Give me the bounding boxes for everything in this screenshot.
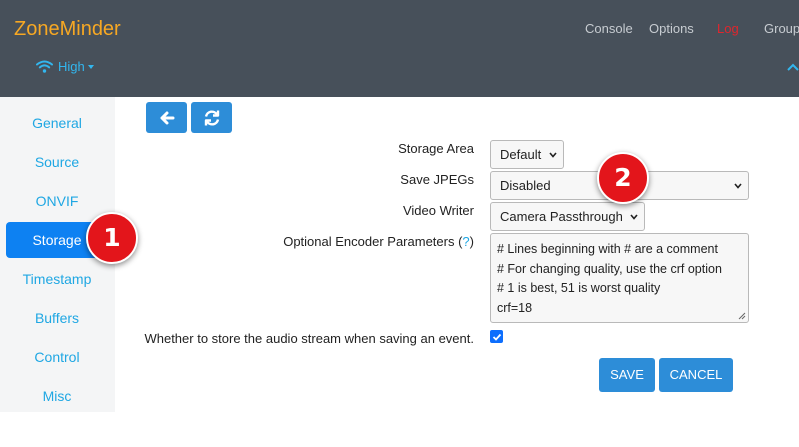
callout-badge-1: 1 bbox=[86, 212, 138, 264]
refresh-icon bbox=[204, 109, 219, 126]
resize-grip-icon[interactable] bbox=[738, 312, 746, 320]
chevron-down-icon bbox=[549, 152, 557, 158]
back-button[interactable] bbox=[146, 102, 187, 133]
caret-down-icon bbox=[87, 64, 94, 69]
encoder-params-label: Optional Encoder Parameters (?) bbox=[283, 234, 474, 249]
bandwidth-label: High bbox=[58, 59, 85, 74]
wifi-icon bbox=[36, 60, 53, 73]
sidebar-item-timestamp[interactable]: Timestamp bbox=[6, 261, 108, 297]
callout-badge-2: 2 bbox=[597, 152, 649, 204]
refresh-button[interactable] bbox=[191, 102, 232, 133]
sidebar-item-control[interactable]: Control bbox=[6, 339, 108, 375]
record-audio-label: Whether to store the audio stream when s… bbox=[144, 331, 474, 346]
top-navbar: ZoneMinder High Console Options Log Grou… bbox=[0, 0, 799, 97]
chevron-up-icon[interactable] bbox=[787, 63, 799, 72]
nav-options[interactable]: Options bbox=[649, 21, 694, 36]
save-jpegs-label: Save JPEGs bbox=[400, 172, 474, 187]
sidebar-item-onvif[interactable]: ONVIF bbox=[6, 183, 108, 219]
save-button[interactable]: SAVE bbox=[599, 358, 655, 392]
sidebar-item-source[interactable]: Source bbox=[6, 144, 108, 180]
arrow-left-icon bbox=[160, 111, 174, 124]
cancel-button[interactable]: CANCEL bbox=[659, 358, 733, 392]
bandwidth-dropdown[interactable]: High bbox=[36, 59, 94, 74]
nav-log[interactable]: Log bbox=[717, 21, 739, 36]
chevron-down-icon bbox=[630, 214, 638, 220]
storage-area-select[interactable]: Default bbox=[490, 140, 564, 169]
storage-area-label: Storage Area bbox=[398, 141, 474, 156]
encoder-params-textarea[interactable]: # Lines beginning with # are a comment #… bbox=[490, 233, 749, 323]
checkmark-icon bbox=[492, 333, 501, 341]
sidebar-item-buffers[interactable]: Buffers bbox=[6, 300, 108, 336]
nav-group[interactable]: Group bbox=[764, 21, 799, 36]
nav-console[interactable]: Console bbox=[585, 21, 633, 36]
brand-logo[interactable]: ZoneMinder bbox=[14, 18, 121, 41]
record-audio-checkbox[interactable] bbox=[490, 330, 503, 343]
sidebar-item-misc[interactable]: Misc bbox=[6, 378, 108, 414]
video-writer-select[interactable]: Camera Passthrough bbox=[490, 202, 645, 231]
chevron-down-icon bbox=[734, 183, 742, 189]
video-writer-label: Video Writer bbox=[402, 203, 474, 218]
help-link[interactable]: ? bbox=[462, 234, 469, 249]
sidebar-item-general[interactable]: General bbox=[6, 105, 108, 141]
